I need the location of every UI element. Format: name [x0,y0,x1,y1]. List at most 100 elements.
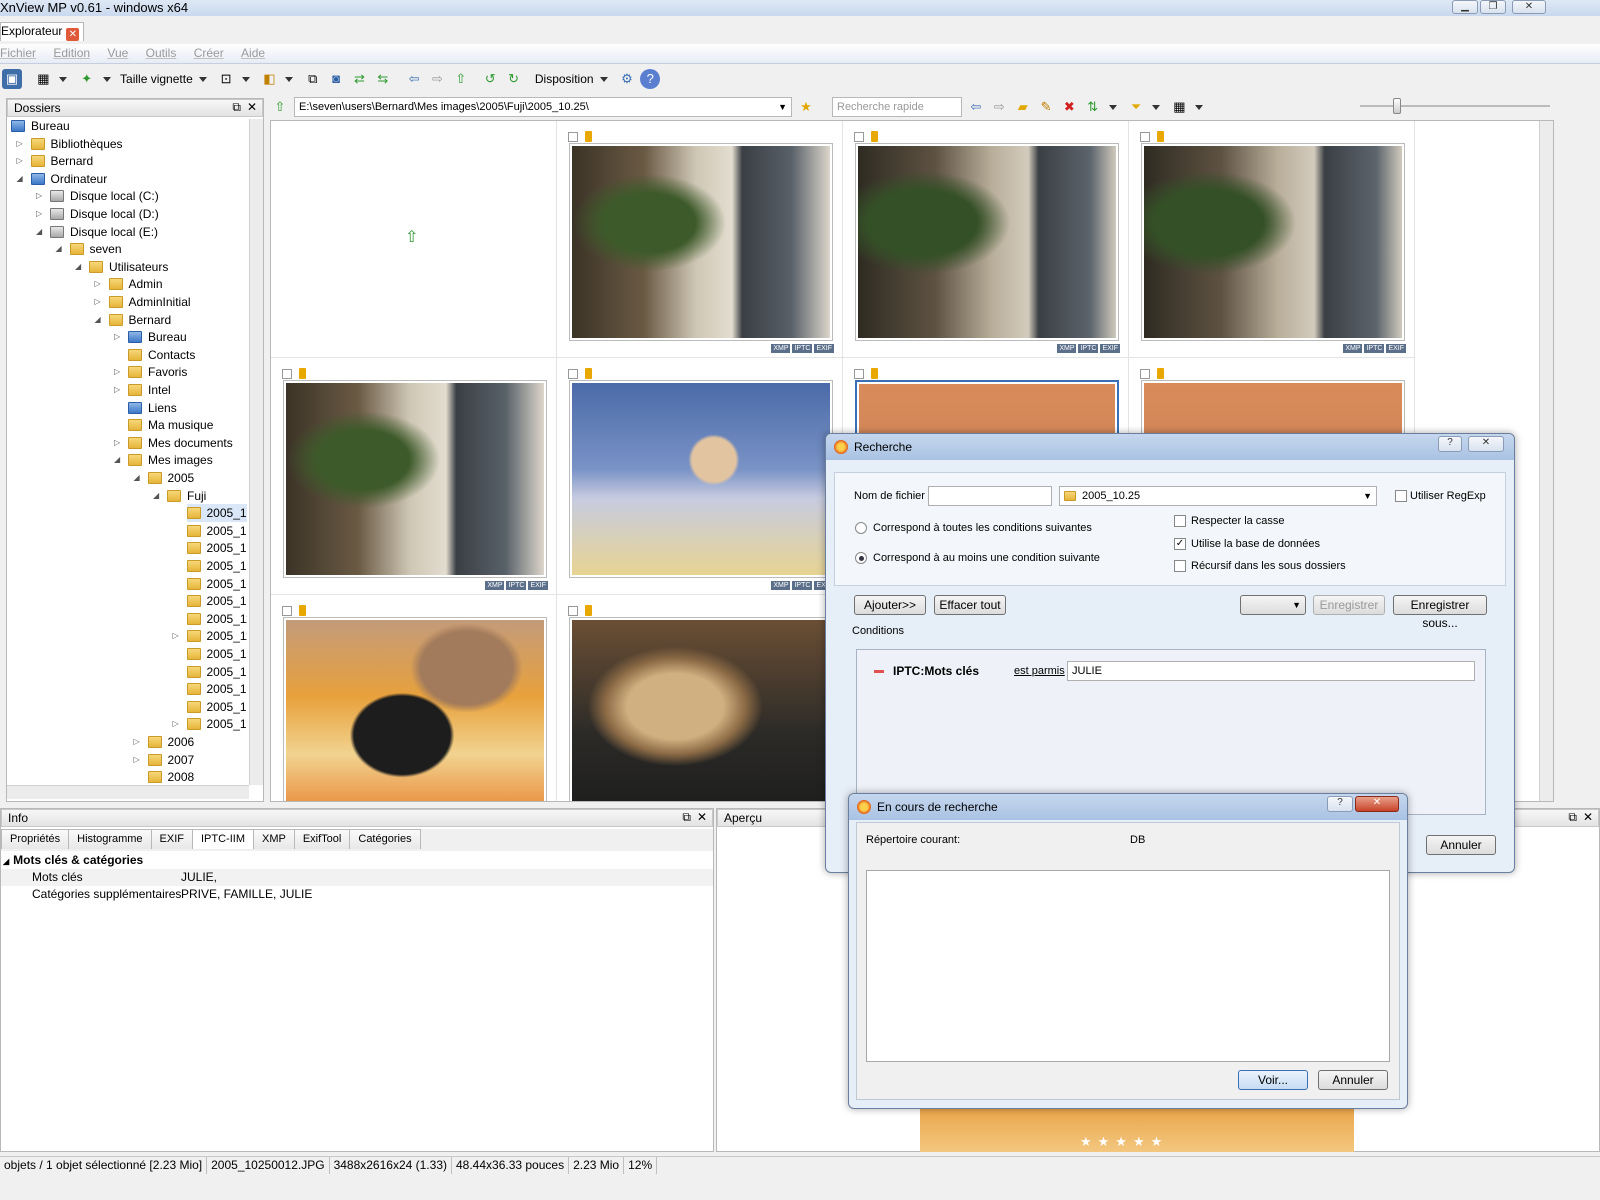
rename-icon[interactable]: ✎ [1036,97,1056,117]
expand-icon[interactable]: ▷ [134,733,140,751]
cancel-progress-button[interactable]: Annuler [1318,1070,1388,1090]
folder-tree-hscroll[interactable] [7,785,249,799]
forward-icon[interactable]: ⇨ [428,69,448,89]
select-checkbox[interactable] [568,606,578,616]
menu-file[interactable]: Fichier [0,44,36,62]
tree-icon[interactable]: ⧉ [303,69,323,89]
tree-item[interactable]: ◢ Bernard [95,311,172,329]
search-forward-icon[interactable]: ⇨ [989,97,1009,117]
collapse-icon[interactable]: ◢ [17,170,23,188]
thumb-size-caret-icon[interactable] [198,76,207,82]
tree-item[interactable]: ▷ 2005_11 [173,627,248,645]
tab-exiftool[interactable]: ExifTool [293,829,351,849]
match-all-radio[interactable] [855,522,867,534]
rotate-left-icon[interactable]: ↺ [480,69,500,89]
select-checkbox[interactable] [568,132,578,142]
path-dropdown-icon[interactable]: ▼ [778,98,787,116]
columns-icon[interactable]: ▦ [1169,97,1189,117]
select-checkbox[interactable] [568,369,578,379]
expand-icon[interactable]: ▷ [17,135,23,153]
filter-caret-icon[interactable] [242,76,251,82]
batch-convert-icon[interactable]: ⇄ [349,69,369,89]
expand-icon[interactable]: ▷ [173,715,179,733]
minimize-button[interactable]: ▁ [1452,0,1478,14]
tree-item[interactable]: 2005_10 [186,522,247,540]
help-button[interactable]: ? [1438,436,1462,452]
saved-search-select[interactable]: ▼ [1240,595,1306,615]
close-window-button[interactable]: ✕ [1512,0,1546,14]
tree-item[interactable]: ◢ seven [56,240,122,258]
delete-icon[interactable]: ✖ [1059,97,1079,117]
tree-item[interactable]: 2005_10 [186,575,247,593]
copy-move-icon[interactable]: ⇅ [1083,97,1103,117]
add-condition-button[interactable]: Ajouter>> [854,595,926,615]
tree-item[interactable]: ▷ 2007 [134,751,195,769]
collapse-icon[interactable]: ◢ [114,451,120,469]
database-checkbox[interactable]: ✓ [1174,538,1186,550]
save-button[interactable]: Enregistrer [1313,595,1385,615]
close-dialog-button[interactable]: ✕ [1468,436,1504,452]
float-panel-icon[interactable]: ⧉ [682,809,691,825]
expand-icon[interactable]: ▷ [36,187,42,205]
clear-all-button[interactable]: Effacer tout [934,595,1006,615]
tree-item[interactable]: 2005_10 [186,557,247,575]
tree-item[interactable]: 2005_12 [186,698,247,716]
expand-icon[interactable]: ▷ [114,363,120,381]
float-panel-icon[interactable]: ⧉ [1568,809,1577,825]
close-dialog-button[interactable]: ✕ [1355,796,1399,812]
tree-item[interactable]: 2005_10 [186,504,247,523]
remove-condition-icon[interactable] [874,670,884,673]
tree-item[interactable]: 2005_12 [186,680,247,698]
fullscreen-icon[interactable]: ▣ [2,69,22,89]
tree-item[interactable]: 2005_12 [186,663,247,681]
expand-icon[interactable]: ▷ [17,152,23,170]
tree-item[interactable]: ▷ Disque local (D:) [36,205,159,223]
tree-item[interactable]: ▷ AdminInitial [95,293,191,311]
expand-icon[interactable]: ▷ [36,205,42,223]
select-checkbox[interactable] [1140,369,1150,379]
capture-icon[interactable]: ◙ [326,69,346,89]
zoom-slider-track[interactable] [1360,105,1550,107]
maximize-button[interactable]: ❐ [1480,0,1506,14]
favorite-star-icon[interactable]: ★ [796,97,816,117]
expand-icon[interactable]: ▷ [95,275,101,293]
condition-value-input[interactable]: JULIE [1067,661,1475,681]
quick-search-input[interactable]: Recherche rapide [832,97,962,117]
up-folder-icon[interactable]: ⇧ [451,69,471,89]
filter-icon[interactable]: ⊡ [216,69,236,89]
select-checkbox[interactable] [282,606,292,616]
tree-item[interactable]: ▷ Mes documents [114,434,233,452]
collapse-icon[interactable]: ◢ [3,857,9,866]
close-panel-icon[interactable]: ✕ [1583,809,1593,825]
layout-button[interactable]: Disposition [535,72,594,86]
thumbnail-cell[interactable] [557,595,843,801]
folder-tree-vscroll[interactable] [249,119,263,785]
tab-exif[interactable]: EXIF [150,829,193,849]
help-icon[interactable]: ? [640,69,661,89]
thumbnail-cell[interactable]: XMPIPTCEXIF [557,121,843,358]
results-log[interactable] [866,870,1390,1062]
condition-operator-link[interactable]: est parmis [1014,665,1065,677]
tree-item[interactable]: ◢ Utilisateurs [75,258,168,276]
select-checkbox[interactable] [854,132,864,142]
tree-item[interactable]: ◢ Fuji [153,487,206,505]
save-as-button[interactable]: Enregistrer sous... [1393,595,1487,630]
back-icon[interactable]: ⇦ [404,69,424,89]
parent-folder-cell[interactable]: ⇧ [271,121,557,358]
bookmark-icon[interactable]: ◧ [259,69,279,89]
select-checkbox[interactable] [854,369,864,379]
tree-item[interactable]: ▷ Admin [95,275,163,293]
tree-item[interactable]: ▷ Bernard [17,152,94,170]
collapse-icon[interactable]: ◢ [75,258,81,276]
float-panel-icon[interactable]: ⧉ [232,99,241,115]
rotate-right-icon[interactable]: ↻ [504,69,524,89]
tree-item[interactable]: ▷ 2006 [134,733,195,751]
tree-item[interactable]: ▷ Disque local (C:) [36,187,159,205]
thumbnail-cell[interactable]: XMPIPTCEXIF [1129,121,1415,358]
tree-item[interactable]: 2005_12 [186,645,247,663]
collapse-icon[interactable]: ◢ [134,469,140,487]
collapse-icon[interactable]: ◢ [153,487,159,505]
tab-histogram[interactable]: Histogramme [68,829,152,849]
batch-rename-icon[interactable]: ⇆ [373,69,393,89]
tree-item[interactable]: ▷ Bibliothèques [17,135,123,153]
